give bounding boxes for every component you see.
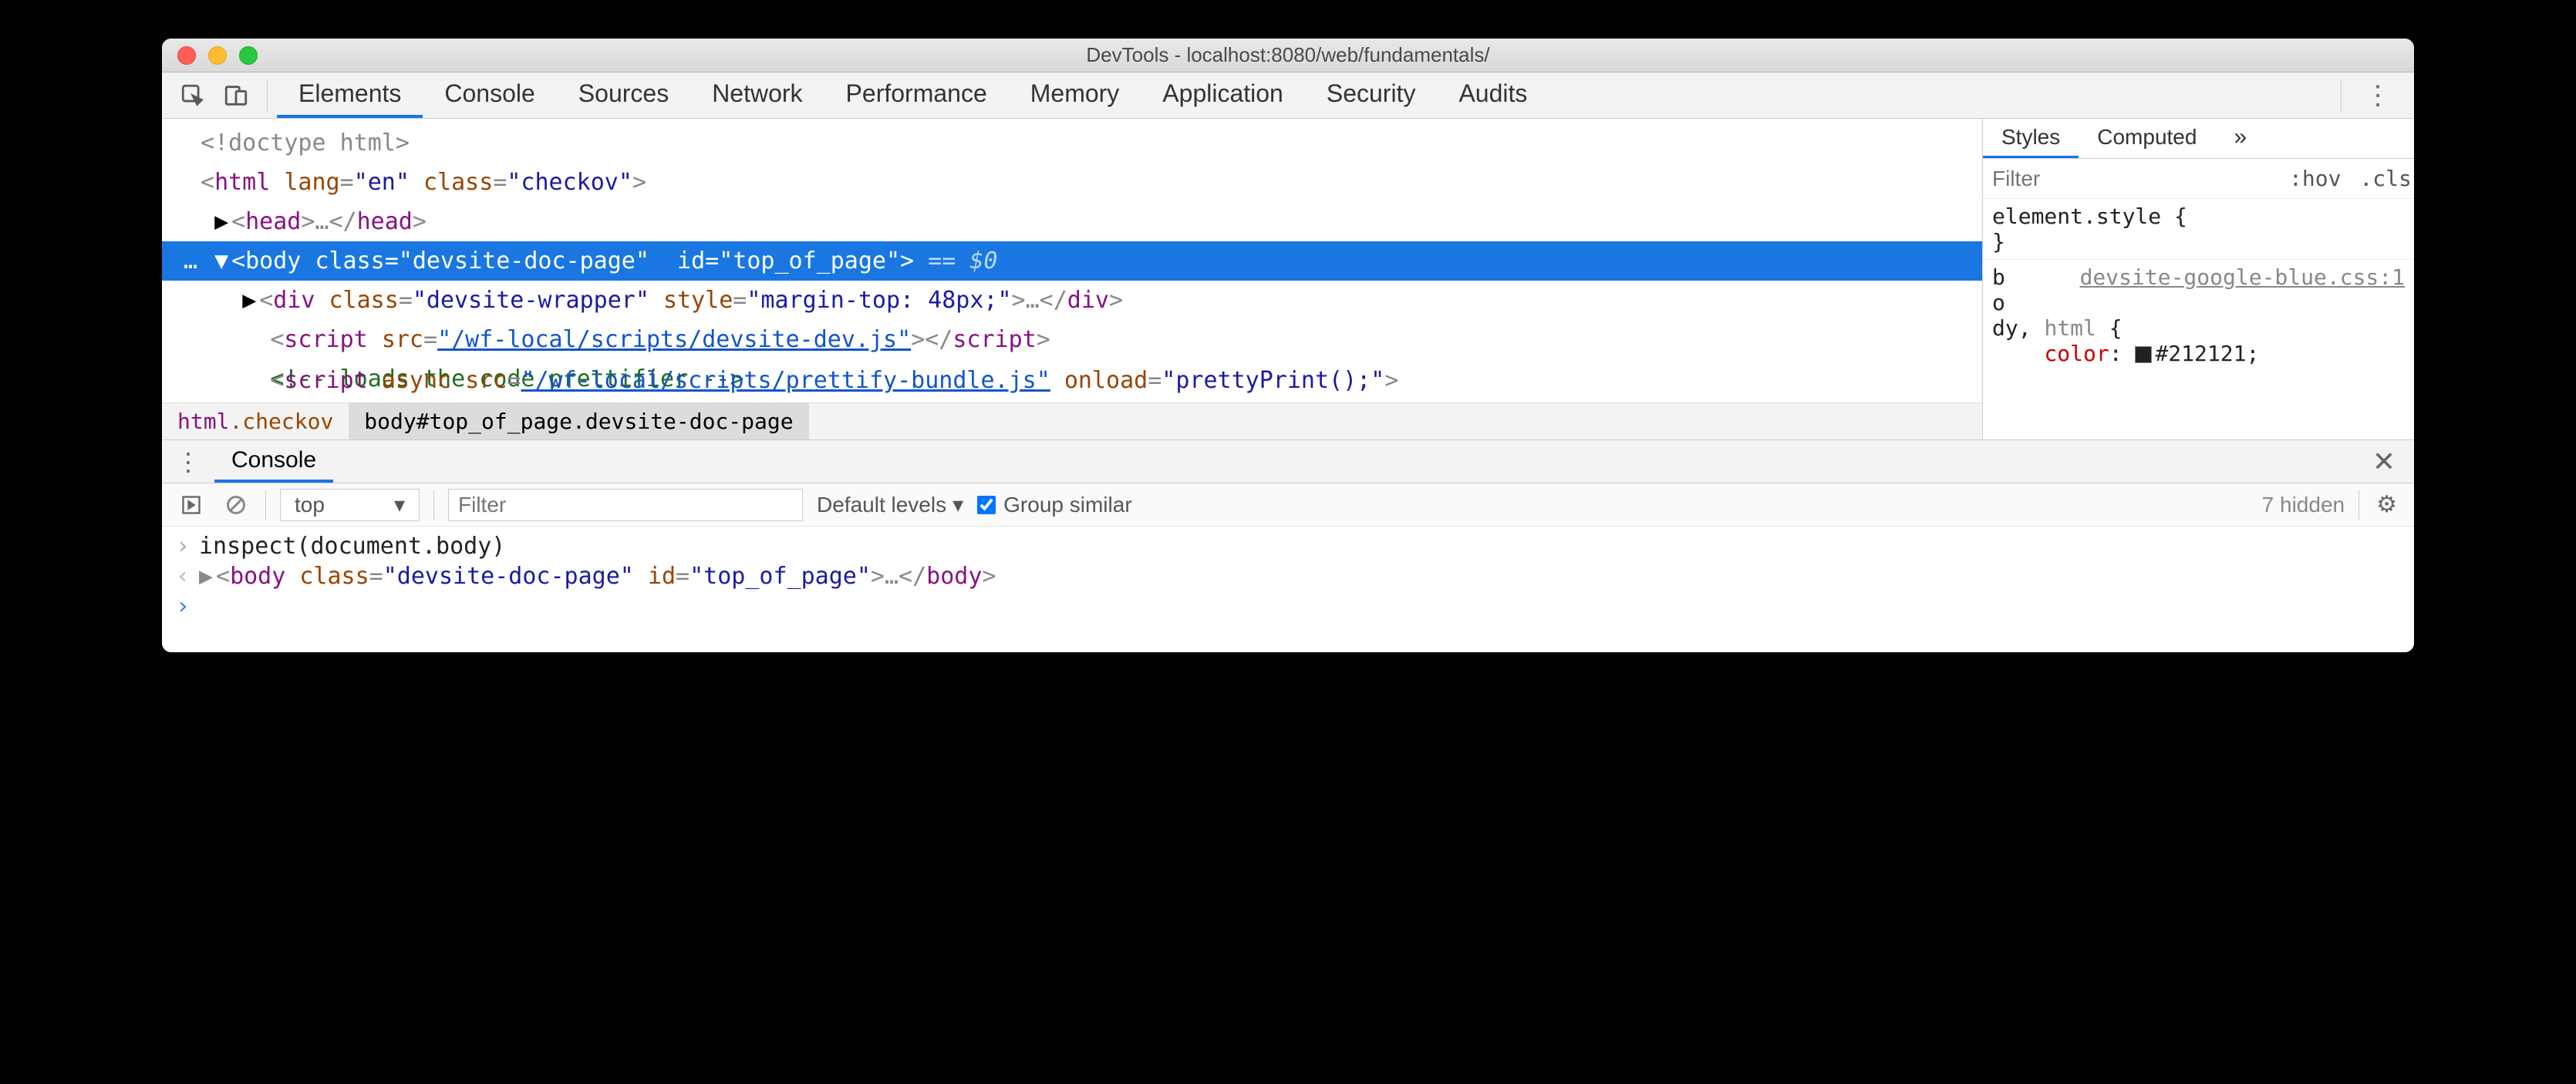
styles-sidebar: Styles Computed » :hov .cls ＋ element.st… bbox=[1982, 119, 2414, 439]
main-menu-icon[interactable]: ⋮ bbox=[2351, 80, 2405, 111]
clear-console-icon[interactable] bbox=[221, 490, 251, 520]
styles-filter-input[interactable] bbox=[1983, 167, 2280, 191]
dom-line-doctype[interactable]: <!doctype html> bbox=[162, 123, 1982, 163]
styles-filter-row: :hov .cls ＋ bbox=[1983, 159, 2414, 199]
styles-rules[interactable]: element.style { } bdevsite-google-blue.c… bbox=[1983, 199, 2414, 439]
devtools-window: DevTools - localhost:8080/web/fundamenta… bbox=[162, 39, 2414, 652]
dom-line-script2[interactable]: <script async src="/wf-local/scripts/pre… bbox=[162, 361, 1982, 400]
elements-panel: <!doctype html> <html lang="en" class="c… bbox=[162, 119, 2414, 439]
breadcrumb-bar: html.checkov body#top_of_page.devsite-do… bbox=[162, 402, 1982, 439]
console-filter-input[interactable] bbox=[448, 489, 803, 521]
rule-selector[interactable]: dy, html { bbox=[1992, 315, 2405, 341]
tab-console[interactable]: Console bbox=[423, 72, 556, 118]
breadcrumb-html[interactable]: html.checkov bbox=[162, 403, 349, 439]
hidden-messages-count[interactable]: 7 hidden bbox=[2262, 493, 2345, 517]
close-drawer-icon[interactable]: ✕ bbox=[2354, 446, 2414, 478]
dom-line-script1[interactable]: <script src="/wf-local/scripts/devsite-d… bbox=[162, 320, 1982, 359]
color-swatch-icon[interactable] bbox=[2135, 346, 2152, 363]
toggle-hov-button[interactable]: :hov bbox=[2280, 166, 2350, 191]
dom-line-html[interactable]: <html lang="en" class="checkov"> bbox=[162, 163, 1982, 202]
console-toolbar: top▾ Default levels ▾ Group similar 7 hi… bbox=[162, 483, 2414, 527]
tab-performance[interactable]: Performance bbox=[824, 72, 1009, 118]
tab-security[interactable]: Security bbox=[1305, 72, 1438, 118]
inspect-element-icon[interactable] bbox=[171, 74, 214, 117]
drawer-menu-icon[interactable]: ⋮ bbox=[162, 447, 214, 476]
console-input-line[interactable]: › inspect(document.body) bbox=[162, 531, 2414, 561]
styles-tabs: Styles Computed » bbox=[1983, 119, 2414, 159]
breadcrumb-body[interactable]: body#top_of_page.devsite-doc-page bbox=[349, 403, 808, 439]
tab-application[interactable]: Application bbox=[1141, 72, 1305, 118]
group-similar-checkbox[interactable]: Group similar bbox=[977, 493, 1131, 517]
styles-tab-computed[interactable]: Computed bbox=[2079, 119, 2215, 158]
rule-selector[interactable]: o bbox=[1992, 290, 2405, 315]
console-drawer: ⋮ Console ✕ top▾ Default levels ▾ Group … bbox=[162, 439, 2414, 652]
context-selector[interactable]: top▾ bbox=[280, 489, 420, 521]
tab-sources[interactable]: Sources bbox=[557, 72, 690, 118]
styles-tab-styles[interactable]: Styles bbox=[1983, 119, 2079, 158]
console-prompt[interactable]: › bbox=[162, 591, 2414, 621]
tab-audits[interactable]: Audits bbox=[1437, 72, 1549, 118]
window-title: DevTools - localhost:8080/web/fundamenta… bbox=[162, 43, 2414, 67]
device-toolbar-icon[interactable] bbox=[214, 74, 258, 117]
toggle-cls-button[interactable]: .cls bbox=[2350, 166, 2414, 191]
dom-line-body-selected[interactable]: … ▼<body class="devsite-doc-page" id="to… bbox=[162, 241, 1982, 281]
group-similar-label: Group similar bbox=[1003, 493, 1131, 517]
toolbar-separator bbox=[2341, 79, 2342, 112]
rule-source[interactable]: bdevsite-google-blue.css:1 bbox=[1992, 264, 2405, 290]
main-toolbar: Elements Console Sources Network Perform… bbox=[162, 72, 2414, 119]
rule-element-style[interactable]: element.style { bbox=[1992, 204, 2405, 229]
tab-memory[interactable]: Memory bbox=[1009, 72, 1141, 118]
dom-tree[interactable]: <!doctype html> <html lang="en" class="c… bbox=[162, 119, 1982, 439]
group-similar-input[interactable] bbox=[977, 496, 996, 514]
drawer-tab-console[interactable]: Console bbox=[214, 440, 333, 483]
console-output-line[interactable]: ‹ ▶<body class="devsite-doc-page" id="to… bbox=[162, 561, 2414, 591]
chevron-down-icon: ▾ bbox=[953, 492, 963, 517]
dom-line-div[interactable]: ▶<div class="devsite-wrapper" style="mar… bbox=[162, 281, 1982, 320]
rule-brace-close: } bbox=[1992, 229, 2405, 254]
log-levels-selector[interactable]: Default levels ▾ bbox=[817, 492, 963, 517]
tab-elements[interactable]: Elements bbox=[277, 72, 423, 118]
rule-prop-color[interactable]: color: #212121; bbox=[1992, 341, 2405, 366]
console-settings-icon[interactable]: ⚙ bbox=[2373, 491, 2400, 518]
drawer-header: ⋮ Console ✕ bbox=[162, 440, 2414, 483]
styles-tabs-more-icon[interactable]: » bbox=[2215, 119, 2265, 158]
tab-network[interactable]: Network bbox=[690, 72, 824, 118]
titlebar: DevTools - localhost:8080/web/fundamenta… bbox=[162, 39, 2414, 72]
chevron-down-icon: ▾ bbox=[394, 492, 405, 517]
dom-line-head[interactable]: ▶<head>…</head> bbox=[162, 202, 1982, 241]
execute-icon[interactable] bbox=[176, 490, 207, 520]
console-output[interactable]: › inspect(document.body) ‹ ▶<body class=… bbox=[162, 527, 2414, 652]
panel-tabs: Elements Console Sources Network Perform… bbox=[277, 72, 1549, 118]
toolbar-separator bbox=[267, 79, 268, 112]
